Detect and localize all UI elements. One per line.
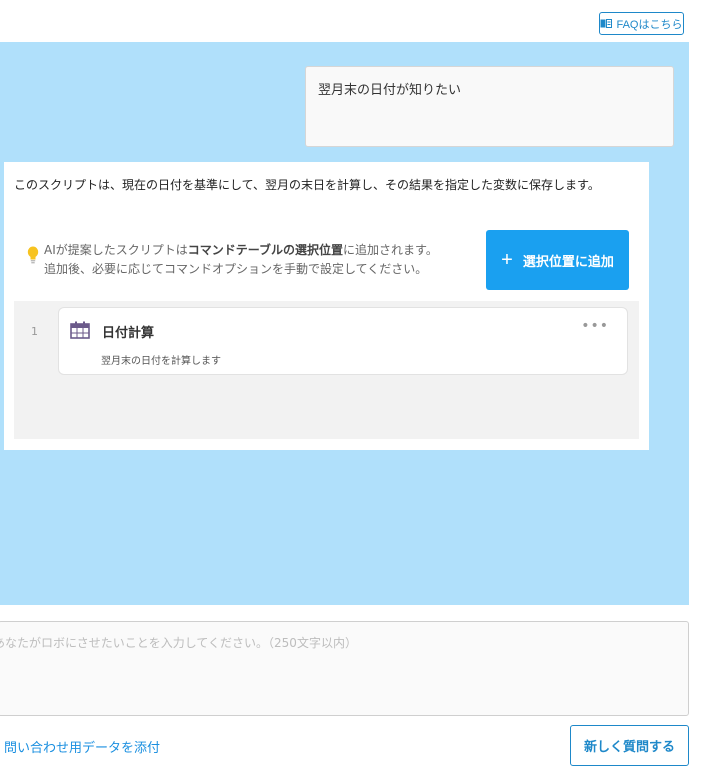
command-card[interactable]: 日付計算 翌月末の日付を計算します ••• (58, 307, 628, 375)
faq-button[interactable]: FAQはこちら (599, 12, 684, 35)
lightbulb-icon (27, 246, 39, 264)
command-subtitle: 翌月末の日付を計算します (101, 356, 221, 367)
script-preview-panel: 1 日付計算 翌月末の日付を計算します ••• (14, 301, 639, 439)
plus-icon: + (501, 249, 513, 271)
new-question-button[interactable]: 新しく質問する (570, 725, 689, 766)
question-input[interactable]: あなたがロボにさせたいことを入力してください。（250文字以内） (0, 621, 689, 716)
user-message-bubble: 翌月末の日付が知りたい (305, 66, 674, 147)
ai-description: このスクリプトは、現在の日付を基準にして、翌月の末日を計算し、その結果を指定した… (14, 178, 600, 192)
hint-line1-prefix: AIが提案したスクリプトは (44, 243, 188, 257)
hint-line1-suffix: に追加されます。 (343, 243, 438, 257)
book-icon (600, 19, 613, 28)
hint-line2: 追加後、必要に応じてコマンドオプションを手動で設定してください。 (44, 262, 428, 276)
add-button-label: 選択位置に追加 (522, 253, 614, 269)
attach-data-link[interactable]: 問い合わせ用データを添付 (4, 737, 160, 756)
line-number: 1 (31, 325, 38, 338)
hint-text: AIが提案したスクリプトはコマンドテーブルの選択位置に追加されます。 追加後、必… (44, 241, 438, 279)
faq-label: FAQはこちら (616, 18, 683, 31)
command-title: 日付計算 (102, 326, 155, 341)
new-question-label: 新しく質問する (583, 739, 675, 754)
chat-area: 翌月末の日付が知りたい このスクリプトは、現在の日付を基準にして、翌月の末日を計… (0, 42, 689, 605)
more-options-icon[interactable]: ••• (581, 318, 609, 334)
question-input-placeholder: あなたがロボにさせたいことを入力してください。（250文字以内） (0, 636, 357, 650)
calendar-icon (70, 321, 90, 339)
ai-response-card: このスクリプトは、現在の日付を基準にして、翌月の末日を計算し、その結果を指定した… (4, 162, 649, 450)
user-message-text: 翌月末の日付が知りたい (318, 83, 462, 98)
hint-line1-bold: コマンドテーブルの選択位置 (187, 243, 344, 257)
add-to-selection-button[interactable]: + 選択位置に追加 (486, 230, 629, 290)
hint-box: AIが提案したスクリプトはコマンドテーブルの選択位置に追加されます。 追加後、必… (26, 241, 438, 279)
